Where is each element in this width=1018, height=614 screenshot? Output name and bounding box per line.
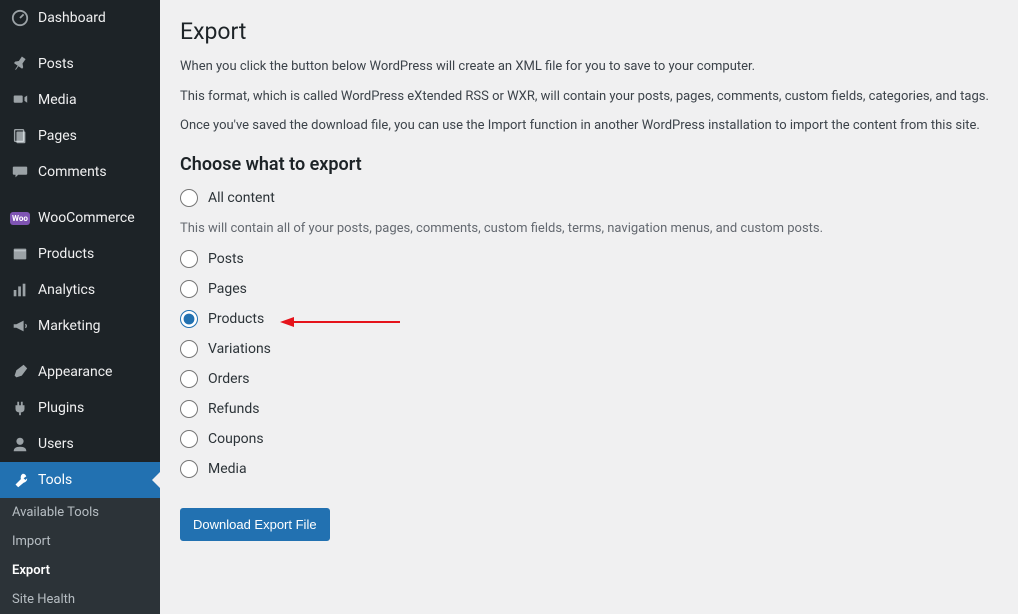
sidebar-item-comments[interactable]: Comments: [0, 154, 160, 190]
media-icon: [10, 90, 30, 110]
page-title: Export: [180, 18, 998, 45]
radio-refunds[interactable]: Refunds: [180, 400, 998, 418]
dashboard-icon: [10, 8, 30, 28]
radio-posts[interactable]: Posts: [180, 250, 998, 268]
radio-media-input[interactable]: [180, 460, 198, 478]
sidebar-item-woocommerce[interactable]: Woo WooCommerce: [0, 200, 160, 236]
sidebar-item-label: Comments: [38, 164, 107, 180]
appearance-icon: [10, 362, 30, 382]
submenu-site-health[interactable]: Site Health: [0, 585, 160, 614]
sidebar-item-tools[interactable]: Tools: [0, 462, 160, 498]
sidebar-item-label: Plugins: [38, 400, 84, 416]
sidebar-item-label: Marketing: [38, 318, 101, 334]
sidebar-item-posts[interactable]: Posts: [0, 46, 160, 82]
choose-heading: Choose what to export: [180, 154, 998, 175]
submenu-export[interactable]: Export: [0, 556, 160, 585]
radio-refunds-input[interactable]: [180, 400, 198, 418]
radio-label: Refunds: [208, 401, 260, 417]
admin-sidebar: Dashboard Posts Media Pages Comments Woo…: [0, 0, 160, 595]
users-icon: [10, 434, 30, 454]
submenu-import[interactable]: Import: [0, 527, 160, 556]
sidebar-item-label: Dashboard: [38, 10, 106, 26]
sidebar-item-label: Posts: [38, 56, 74, 72]
radio-products[interactable]: Products: [180, 310, 998, 328]
radio-label: Orders: [208, 371, 250, 387]
sidebar-item-label: Analytics: [38, 282, 95, 298]
sidebar-item-dashboard[interactable]: Dashboard: [0, 0, 160, 36]
sidebar-item-label: Media: [38, 92, 77, 108]
sidebar-item-label: WooCommerce: [38, 210, 135, 226]
tools-submenu: Available Tools Import Export Site Healt…: [0, 498, 160, 614]
marketing-icon: [10, 316, 30, 336]
sidebar-item-products[interactable]: Products: [0, 236, 160, 272]
analytics-icon: [10, 280, 30, 300]
radio-coupons-input[interactable]: [180, 430, 198, 448]
sidebar-item-marketing[interactable]: Marketing: [0, 308, 160, 344]
plugins-icon: [10, 398, 30, 418]
sidebar-item-media[interactable]: Media: [0, 82, 160, 118]
radio-coupons[interactable]: Coupons: [180, 430, 998, 448]
radio-products-input[interactable]: [180, 310, 198, 328]
sidebar-item-label: Pages: [38, 128, 77, 144]
radio-all-content[interactable]: All content: [180, 189, 998, 207]
products-icon: [10, 244, 30, 264]
radio-label: Posts: [208, 251, 244, 267]
export-description-2: This format, which is called WordPress e…: [180, 87, 998, 107]
comments-icon: [10, 162, 30, 182]
all-content-hint: This will contain all of your posts, pag…: [180, 219, 998, 239]
sidebar-item-analytics[interactable]: Analytics: [0, 272, 160, 308]
radio-label: Pages: [208, 281, 247, 297]
radio-all-content-input[interactable]: [180, 189, 198, 207]
radio-label: Products: [208, 311, 264, 327]
submenu-available-tools[interactable]: Available Tools: [0, 498, 160, 527]
sidebar-item-label: Products: [38, 246, 94, 262]
download-export-button[interactable]: Download Export File: [180, 508, 330, 541]
radio-label: All content: [208, 190, 275, 206]
sidebar-item-plugins[interactable]: Plugins: [0, 390, 160, 426]
sidebar-item-appearance[interactable]: Appearance: [0, 354, 160, 390]
radio-orders[interactable]: Orders: [180, 370, 998, 388]
main-content: Export When you click the button below W…: [160, 0, 1018, 595]
radio-variations-input[interactable]: [180, 340, 198, 358]
pages-icon: [10, 126, 30, 146]
sidebar-item-users[interactable]: Users: [0, 426, 160, 462]
radio-media[interactable]: Media: [180, 460, 998, 478]
pin-icon: [10, 54, 30, 74]
radio-posts-input[interactable]: [180, 250, 198, 268]
sidebar-item-pages[interactable]: Pages: [0, 118, 160, 154]
export-description-1: When you click the button below WordPres…: [180, 57, 998, 77]
export-description-3: Once you've saved the download file, you…: [180, 116, 998, 136]
tools-icon: [10, 470, 30, 490]
woocommerce-icon: Woo: [10, 208, 30, 228]
radio-pages[interactable]: Pages: [180, 280, 998, 298]
radio-label: Media: [208, 461, 247, 477]
sidebar-item-label: Appearance: [38, 364, 112, 380]
radio-label: Coupons: [208, 431, 264, 447]
sidebar-item-label: Tools: [38, 472, 72, 488]
radio-label: Variations: [208, 341, 271, 357]
sidebar-item-label: Users: [38, 436, 74, 452]
annotation-arrow-icon: [280, 314, 400, 330]
radio-orders-input[interactable]: [180, 370, 198, 388]
radio-pages-input[interactable]: [180, 280, 198, 298]
radio-variations[interactable]: Variations: [180, 340, 998, 358]
